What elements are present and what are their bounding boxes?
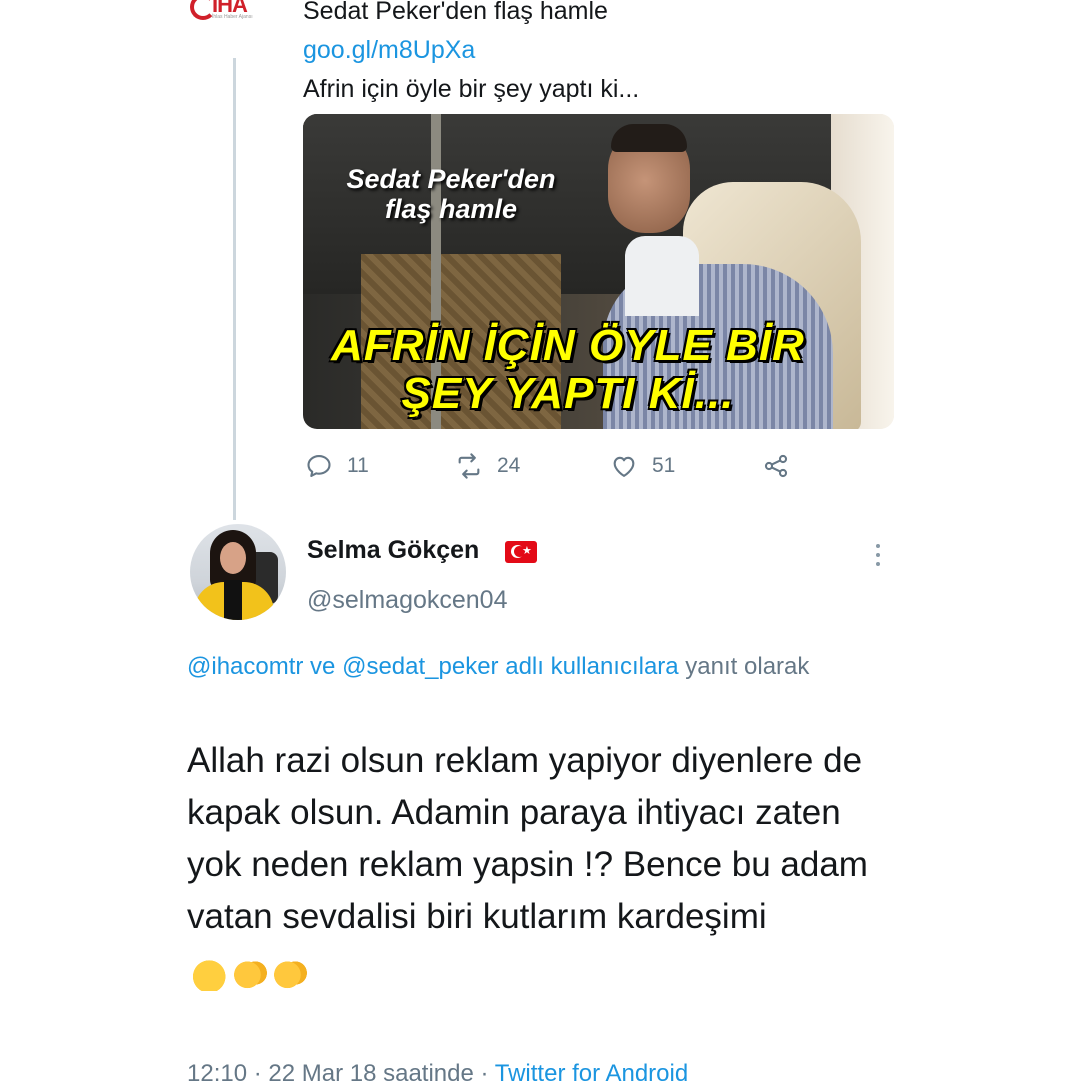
- mention-sedat-peker[interactable]: @sedat_peker: [342, 653, 498, 680]
- share-button[interactable]: [762, 452, 804, 480]
- flag-star: ★: [522, 545, 532, 557]
- tweet-client[interactable]: Twitter for Android: [495, 1060, 688, 1087]
- like-button[interactable]: 51: [610, 452, 675, 480]
- card-title: Sedat Peker'den flaş hamle: [346, 164, 556, 224]
- reply-count: 11: [347, 454, 369, 477]
- iha-logo[interactable]: İHA İhlas Haber Ajansı: [190, 0, 280, 20]
- parent-tweet-link[interactable]: goo.gl/m8UpXa: [303, 31, 639, 70]
- tweet-body: Allah razi olsun reklam yapiyor diyenler…: [187, 735, 887, 997]
- reply-context-users-link[interactable]: adlı kullanıcılara: [499, 653, 678, 680]
- clapping-hands-icon: [273, 954, 309, 991]
- reply-icon: [307, 455, 331, 477]
- reply-button[interactable]: 11: [305, 452, 369, 480]
- reply-context-connector: ve: [303, 653, 343, 680]
- avatar-face: [220, 542, 246, 574]
- retweet-count: 24: [497, 454, 521, 477]
- heart-icon: [613, 456, 635, 477]
- clapping-hands-icon: [233, 954, 269, 991]
- parent-tweet-title: Sedat Peker'den flaş hamle: [303, 0, 608, 25]
- parent-tweet-text: Sedat Peker'den flaş hamle goo.gl/m8UpXa…: [303, 0, 639, 109]
- reply-context-suffix: yanıt olarak: [678, 653, 810, 680]
- like-count: 51: [652, 454, 676, 477]
- retweet-icon: [458, 453, 480, 479]
- tweet-emojis: [193, 945, 313, 997]
- link-card-image[interactable]: Sedat Peker'den flaş hamle AFRİN İÇİN ÖY…: [303, 114, 894, 429]
- avatar-blouse: [224, 580, 242, 620]
- share-icon: [764, 454, 788, 478]
- tweet-text: Allah razi olsun reklam yapiyor diyenler…: [187, 741, 868, 936]
- display-name[interactable]: Selma Gökçen: [307, 536, 479, 565]
- more-options-icon[interactable]: [866, 544, 890, 572]
- meta-separator: ·: [473, 1060, 495, 1087]
- mention-ihacomtr[interactable]: @ihacomtr: [187, 653, 303, 680]
- parent-tweet-description: Afrin için öyle bir şey yaptı ki...: [303, 75, 640, 103]
- card-person-hair: [611, 124, 687, 152]
- tweet-timestamp[interactable]: 12:10 · 22 Mar 18 saatinde: [187, 1060, 474, 1087]
- retweet-button[interactable]: 24: [455, 452, 520, 480]
- card-headline: AFRİN İÇİN ÖYLE BİR ŞEY YAPTI Kİ...: [331, 321, 805, 418]
- user-handle[interactable]: @selmagokcen04: [307, 586, 508, 615]
- avatar[interactable]: [190, 524, 286, 620]
- thread-connector-line: [233, 58, 236, 520]
- tweet-meta: 12:10 · 22 Mar 18 saatinde · Twitter for…: [187, 1060, 688, 1088]
- turkey-flag-icon: ★: [505, 541, 537, 563]
- card-person-shirt: [625, 236, 699, 316]
- thumbs-up-icon: [193, 954, 229, 991]
- reply-context: @ihacomtr ve @sedat_peker adlı kullanıcı…: [187, 648, 887, 686]
- iha-logo-subtitle: İhlas Haber Ajansı: [212, 14, 253, 20]
